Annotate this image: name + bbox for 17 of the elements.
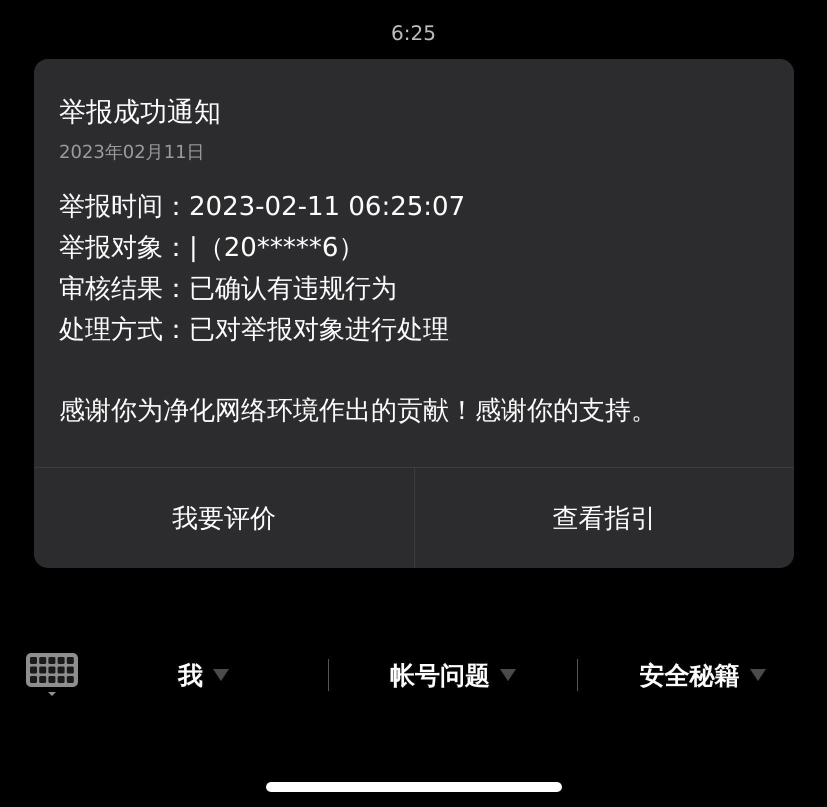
card-title: 举报成功通知	[59, 96, 222, 130]
menu-item[interactable]: 帐号问题	[328, 658, 578, 692]
detail-line: 举报时间：2023-02-11 06:25:07	[59, 191, 466, 224]
menu-item[interactable]: 我	[79, 658, 328, 692]
dropdown-triangle-icon	[750, 669, 766, 681]
keyboard-icon[interactable]	[25, 652, 79, 698]
dropdown-triangle-icon	[212, 669, 229, 681]
thanks-message: 感谢你为净化网络环境作出的贡献！感谢你的支持。	[59, 395, 658, 428]
detail-line: 审核结果：已确认有违规行为	[59, 273, 398, 306]
detail-line: 举报对象：|（20*****6）	[59, 232, 366, 265]
card-button[interactable]: 查看指引	[414, 468, 794, 568]
card-date: 2023年02月11日	[59, 141, 206, 165]
menu-item[interactable]: 安全秘籍	[578, 658, 827, 692]
status-time: 6:25	[390, 20, 437, 47]
card-button[interactable]: 我要评价	[34, 468, 414, 568]
detail-line: 处理方式：已对举报对象进行处理	[59, 314, 450, 347]
dropdown-triangle-icon	[500, 669, 516, 681]
